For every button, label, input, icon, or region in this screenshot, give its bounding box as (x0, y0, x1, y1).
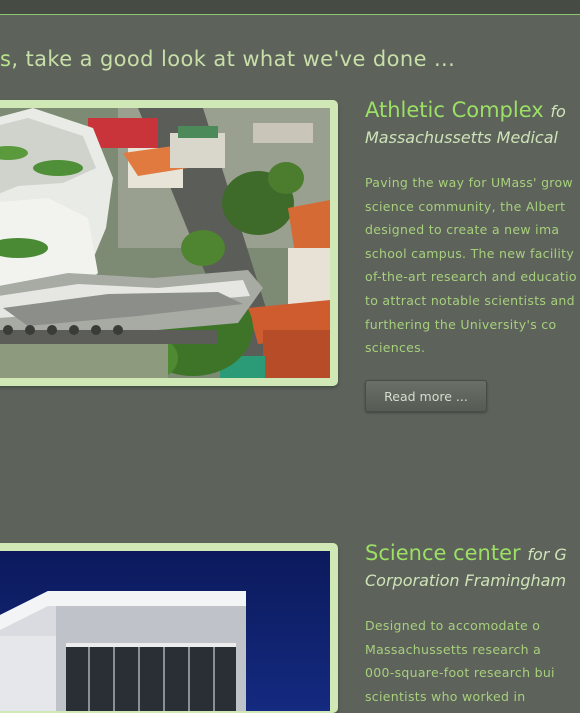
project-for-label: fo (550, 102, 566, 121)
project-description: Paving the way for UMass' grow science c… (365, 171, 580, 360)
section-tagline: s, take a good look at what we've done .… (0, 47, 580, 71)
description-line: to attract notable scientists and (365, 292, 575, 308)
description-line: Massachussetts research a (365, 641, 542, 657)
project-client: Corporation Framingham (365, 571, 567, 590)
project-title[interactable]: Athletic Complex fo (365, 98, 566, 122)
project-client: Massachussetts Medical (365, 128, 558, 147)
description-line: sciences. (365, 340, 426, 356)
description-line: designed to create a new ima (365, 222, 560, 238)
project-title-text: Science center (365, 541, 521, 565)
description-line: scientists who worked in (365, 688, 526, 704)
description-line: school campus. The new facility (365, 245, 575, 261)
project-photo-science-center (0, 551, 330, 711)
description-line: furthering the University's co (365, 316, 557, 332)
project-photo-frame[interactable] (0, 100, 338, 386)
tagline-text: , take a good look at what we've done ..… (11, 47, 456, 71)
project-photo-athletic-complex (0, 108, 330, 378)
tagline-lead: s (0, 47, 12, 71)
project-for-label: for G (527, 545, 567, 564)
top-nav-bar (0, 0, 580, 15)
project-title[interactable]: Science center for G (365, 541, 567, 565)
description-line: Paving the way for UMass' grow (365, 175, 573, 190)
project-title-text: Athletic Complex (365, 98, 544, 122)
description-line: of-the-art research and educatio (365, 269, 577, 285)
description-line: Designed to accomodate o (365, 618, 541, 633)
description-line: science community, the Albert (365, 198, 566, 214)
project-photo-frame[interactable] (0, 543, 338, 713)
project-description: Designed to accomodate o Massachussetts … (365, 614, 580, 708)
read-more-button[interactable]: Read more ... (365, 380, 487, 412)
description-line: 000-square-foot research bui (365, 665, 555, 681)
